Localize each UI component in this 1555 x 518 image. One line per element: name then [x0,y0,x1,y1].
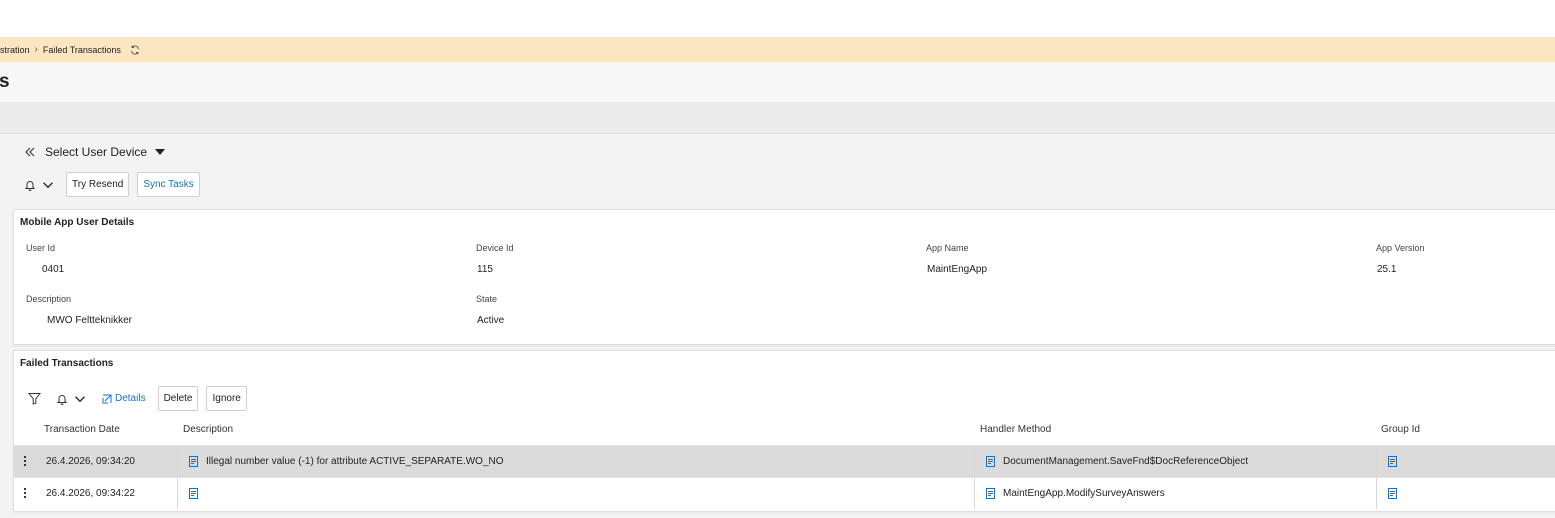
document-icon[interactable] [1388,456,1397,467]
open-details-icon [102,394,112,403]
document-icon[interactable] [189,488,198,499]
description-cell [177,478,974,509]
column-header-transaction-date[interactable]: Transaction Date [44,424,120,435]
group-id-cell [1376,478,1555,509]
app-version-label: App Version [1376,243,1425,253]
document-icon[interactable] [1388,488,1397,499]
description-label: Description [26,294,72,304]
chevron-down-icon [74,395,86,402]
page-header: s [0,62,1555,102]
column-header-group-id[interactable]: Group Id [1381,424,1420,435]
failed-transactions-toolbar: Details Delete Ignore [28,386,255,411]
details-button[interactable]: Details [102,393,146,404]
notifications-menu[interactable] [24,179,66,191]
top-toolbar: Try Resend Sync Tasks [24,172,208,197]
column-header-handler-method[interactable]: Handler Method [980,424,1051,435]
ignore-button[interactable]: Ignore [206,386,247,411]
details-label: Details [115,393,146,404]
device-id-label: Device Id [476,243,514,253]
delete-button[interactable]: Delete [157,386,199,411]
group-id-cell [1376,446,1555,477]
chevron-down-icon [42,181,54,188]
failed-transactions-card: Failed Transactions Details Delete Ignor… [13,350,1555,512]
page-title: s [0,71,10,92]
refresh-icon[interactable] [130,44,140,55]
document-icon[interactable] [986,488,995,499]
filter-icon[interactable] [28,392,41,405]
transaction-date-cell: 26.4.2026, 09:34:20 [46,456,135,467]
user-details-title: Mobile App User Details [20,217,135,228]
table-row[interactable]: 26.4.2026, 09:34:22 MaintEngApp.ModifySu… [14,477,1555,509]
description-cell: Illegal number value (-1) for attribute … [177,446,974,477]
notifications-menu[interactable] [56,393,102,405]
handler-method-cell: MaintEngApp.ModifySurveyAnswers [974,478,1376,509]
bell-icon [56,394,68,405]
app-name-value: MaintEngApp [927,264,988,275]
bell-icon [24,180,36,191]
kebab-icon[interactable] [23,487,27,499]
handler-method-text: DocumentManagement.SaveFnd$DocReferenceO… [1003,456,1249,467]
document-icon[interactable] [986,456,995,467]
app-name-label: App Name [926,243,969,253]
select-user-device-label[interactable]: Select User Device [45,145,147,159]
header-strip [0,102,1555,134]
try-resend-button[interactable]: Try Resend [66,172,130,197]
breadcrumb-item-administration[interactable]: istration [0,45,30,55]
breadcrumb-separator: › [34,44,38,55]
handler-method-cell: DocumentManagement.SaveFnd$DocReferenceO… [974,446,1376,477]
device-id-value: 115 [477,264,493,275]
mobile-app-user-details-card: Mobile App User Details User Id 0401 Dev… [13,209,1555,345]
app-version-value: 25.1 [1377,264,1397,275]
breadcrumb-item-failed-transactions: Failed Transactions [42,44,121,55]
table-row[interactable]: 26.4.2026, 09:34:20 Illegal number value… [14,445,1555,477]
user-id-label: User Id [26,243,56,253]
state-value: Active [477,315,505,326]
kebab-icon[interactable] [23,455,27,467]
column-header-description[interactable]: Description [183,424,233,435]
description-text: Illegal number value (-1) for attribute … [206,456,504,467]
breadcrumb: istration › Failed Transactions [0,37,1555,62]
failed-transactions-title: Failed Transactions [20,358,114,369]
document-icon[interactable] [189,456,198,467]
transaction-date-cell: 26.4.2026, 09:34:22 [46,488,135,499]
description-value: MWO Feltteknikker [47,315,133,326]
handler-method-text: MaintEngApp.ModifySurveyAnswers [1003,488,1165,499]
sync-tasks-button[interactable]: Sync Tasks [137,172,200,197]
caret-down-icon[interactable] [155,149,166,155]
collapse-icon[interactable] [24,146,36,158]
state-label: State [476,294,498,304]
select-user-device[interactable]: Select User Device [24,145,166,159]
user-id-value: 0401 [42,264,65,275]
